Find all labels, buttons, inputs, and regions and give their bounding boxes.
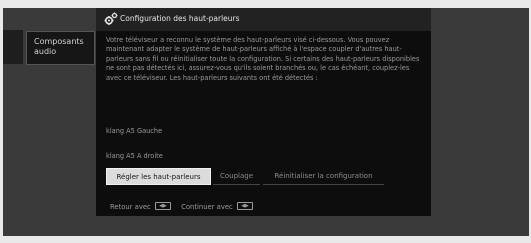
continue-hint-label: Continuer avec bbox=[181, 203, 233, 211]
back-hint-label: Retour avec bbox=[110, 203, 151, 211]
dialog-footer: Retour avec ◀▶ Continuer avec ◀▶ bbox=[110, 202, 261, 211]
speaker-item: klang A5 A droite bbox=[106, 152, 163, 160]
remote-key-icon: ◀▶ bbox=[236, 202, 253, 210]
continue-hint: Continuer avec ◀▶ bbox=[181, 202, 253, 211]
sidebar-item-label-line2: audio bbox=[34, 47, 57, 56]
dialog-description: Votre téléviseur a reconnu le système de… bbox=[106, 36, 420, 82]
bezel-top bbox=[0, 0, 531, 8]
dialog-title: Configuration des haut-parleurs bbox=[120, 14, 240, 23]
action-row: Régler les haut-parleurs Couplage Réinit… bbox=[106, 168, 428, 185]
gears-icon bbox=[104, 12, 118, 25]
remote-key-icon: ◀▶ bbox=[154, 202, 171, 210]
speaker-item: klang A5 Gauche bbox=[106, 127, 163, 135]
pairing-button[interactable]: Couplage bbox=[213, 168, 260, 185]
tv-screen: Composants audio Configuration des haut-… bbox=[0, 0, 531, 243]
reset-configuration-button[interactable]: Réinitialiser la configuration bbox=[263, 168, 384, 185]
sidebar-stub bbox=[3, 30, 23, 64]
back-hint: Retour avec ◀▶ bbox=[110, 202, 171, 211]
bezel-bottom bbox=[0, 236, 531, 243]
adjust-speakers-button[interactable]: Régler les haut-parleurs bbox=[106, 168, 211, 185]
sidebar-item-label-line1: Composants bbox=[34, 37, 84, 46]
sidebar-item-composants-audio[interactable]: Composants audio bbox=[26, 31, 95, 65]
dialog-header: Configuration des haut-parleurs bbox=[96, 8, 431, 31]
speaker-config-dialog: Configuration des haut-parleurs Votre té… bbox=[96, 8, 431, 216]
